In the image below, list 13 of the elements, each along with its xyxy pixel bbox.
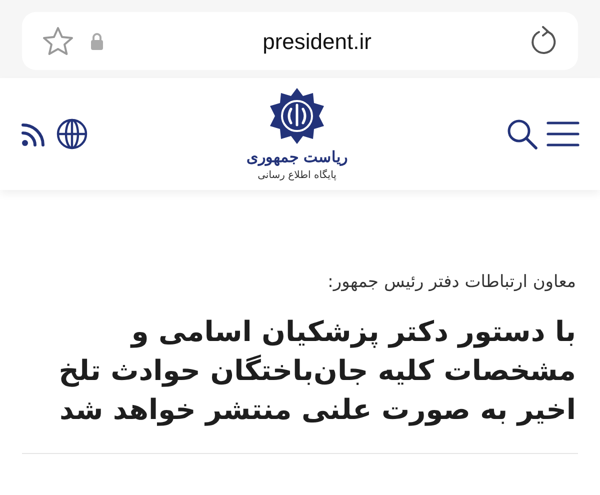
url-text[interactable]: president.ir	[262, 28, 372, 54]
logo-title: ریاست جمهوری	[246, 149, 348, 166]
star-icon[interactable]	[42, 26, 74, 56]
lock-icon	[90, 32, 104, 50]
address-bar[interactable]: president.ir	[22, 12, 578, 70]
menu-icon[interactable]	[546, 120, 580, 148]
emblem-logo[interactable]	[268, 87, 326, 146]
search-icon[interactable]	[506, 118, 538, 150]
article-kicker: معاون ارتباطات دفتر رئیس جمهور:	[326, 271, 576, 294]
logo-subtitle: پایگاه اطلاع رسانی	[258, 170, 336, 181]
reload-icon[interactable]	[530, 26, 558, 56]
article-headline: با دستور دکتر پزشکیان اسامی و مشخصات کلیه جان‌باختگان حوادث تلخ اخیر به صورت علنی منتشر خواهد شد	[58, 314, 576, 428]
globe-icon[interactable]	[56, 118, 88, 150]
